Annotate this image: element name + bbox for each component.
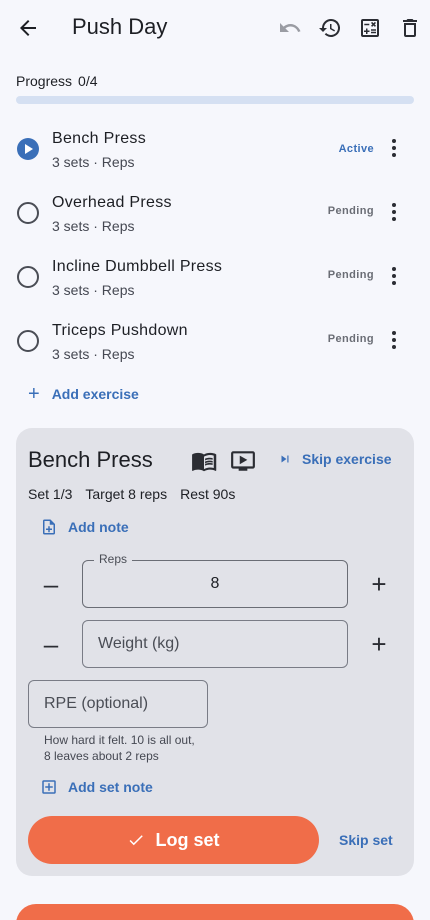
add-exercise-label: Add exercise — [51, 386, 139, 402]
status-badge: Pending — [327, 269, 374, 281]
rpe-input[interactable] — [28, 680, 208, 728]
add-note-button[interactable]: Add note — [40, 518, 129, 536]
status-badge: Pending — [327, 205, 374, 217]
rpe-helper-text: How hard it felt. 10 is all out, 8 leave… — [44, 733, 195, 763]
exercise-name: Incline Dumbbell Press — [52, 258, 223, 275]
target-reps: Target 8 reps — [85, 486, 168, 502]
reps-increment-button[interactable]: + — [365, 570, 393, 598]
progress-label: Progress 0/4 — [16, 73, 98, 89]
reps-input[interactable] — [82, 560, 348, 608]
exercise-name: Bench Press — [52, 130, 147, 147]
set-counter: Set 1/3 — [28, 486, 73, 502]
play-circle-icon[interactable] — [17, 138, 39, 160]
status-badge: Active — [338, 143, 374, 155]
exercise-summary: 3 sets · Reps — [52, 346, 135, 362]
exercise-row-incline-dumbbell-press[interactable]: Incline Dumbbell Press 3 sets · Reps Pen… — [0, 258, 430, 314]
current-exercise-card: Bench Press Skip exercise Set 1/3 Target … — [16, 428, 414, 876]
bottom-action-button[interactable] — [16, 904, 414, 920]
exercise-name: Overhead Press — [52, 194, 172, 211]
log-set-button[interactable]: Log set — [28, 816, 319, 864]
progress-text: Progress — [16, 73, 73, 89]
undo-icon[interactable] — [276, 14, 304, 42]
log-set-label: Log set — [155, 829, 220, 850]
set-meta: Set 1/3 Target 8 reps Rest 90s — [28, 486, 248, 502]
add-note-label: Add note — [68, 519, 129, 535]
book-icon[interactable] — [191, 448, 217, 474]
add-exercise-button[interactable]: + Add exercise — [28, 384, 139, 404]
radio-unchecked-icon[interactable] — [17, 202, 39, 224]
trash-icon[interactable] — [396, 14, 424, 42]
video-icon[interactable] — [230, 448, 256, 474]
exercise-summary: 3 sets · Reps — [52, 282, 135, 298]
back-arrow-icon[interactable] — [14, 14, 42, 42]
reps-decrement-button[interactable]: – — [37, 570, 65, 598]
current-exercise-title: Bench Press — [28, 447, 153, 472]
history-icon[interactable] — [316, 14, 344, 42]
plus-icon: + — [28, 383, 40, 405]
weight-input[interactable] — [82, 620, 348, 668]
weight-increment-button[interactable]: + — [365, 630, 393, 658]
more-vert-icon[interactable] — [384, 200, 404, 224]
more-vert-icon[interactable] — [384, 264, 404, 288]
progress-count: 0/4 — [78, 73, 98, 89]
skip-set-button[interactable]: Skip set — [339, 832, 393, 848]
top-app-bar: Push Day — [0, 0, 430, 56]
exercise-summary: 3 sets · Reps — [52, 218, 135, 234]
skip-exercise-label: Skip exercise — [302, 451, 392, 467]
radio-unchecked-icon[interactable] — [17, 330, 39, 352]
check-icon — [130, 835, 144, 846]
progress-bar — [16, 96, 414, 104]
radio-unchecked-icon[interactable] — [17, 266, 39, 288]
add-set-note-button[interactable]: Add set note — [40, 778, 153, 796]
status-badge: Pending — [327, 333, 374, 345]
add-set-note-label: Add set note — [68, 779, 153, 795]
page-title: Push Day — [72, 14, 168, 39]
reps-field-label: Reps — [94, 552, 133, 566]
skip-next-icon — [281, 455, 289, 463]
exercise-name: Triceps Pushdown — [52, 322, 188, 339]
add-box-icon — [42, 780, 56, 794]
calculator-icon[interactable] — [356, 14, 384, 42]
rest-time: Rest 90s — [180, 486, 236, 502]
note-add-icon — [43, 519, 55, 535]
exercise-row-overhead-press[interactable]: Overhead Press 3 sets · Reps Pending — [0, 194, 430, 250]
weight-decrement-button[interactable]: – — [37, 630, 65, 658]
more-vert-icon[interactable] — [384, 328, 404, 352]
exercise-row-triceps-pushdown[interactable]: Triceps Pushdown 3 sets · Reps Pending — [0, 322, 430, 378]
exercise-summary: 3 sets · Reps — [52, 154, 135, 170]
exercise-row-bench-press[interactable]: Bench Press 3 sets · Reps Active — [0, 130, 430, 186]
skip-exercise-button[interactable]: Skip exercise — [278, 451, 392, 467]
more-vert-icon[interactable] — [384, 136, 404, 160]
